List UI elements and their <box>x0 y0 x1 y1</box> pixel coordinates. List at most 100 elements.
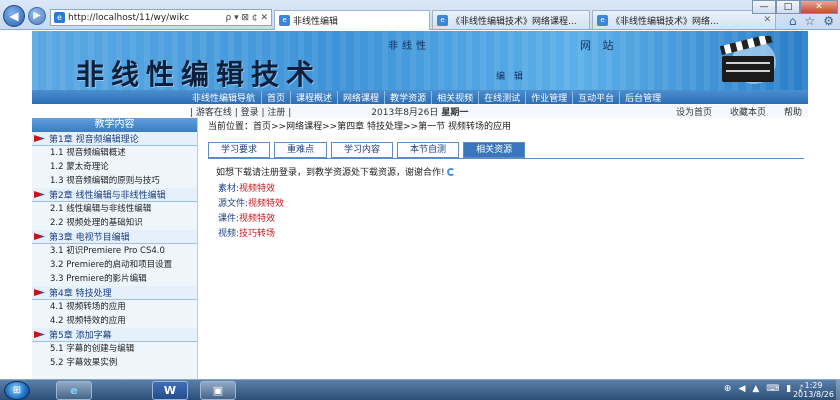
section-link[interactable]: 1.2 蒙太奇理论 <box>32 160 197 174</box>
minimize-button[interactable]: — <box>752 0 776 14</box>
resource-link[interactable]: 视频特效 <box>248 199 284 209</box>
window-controls: — □ ✕ <box>752 0 838 14</box>
flag-icon <box>34 331 45 338</box>
chapter-title: 第4章 特技处理 <box>49 289 112 299</box>
gear-icon[interactable]: ⚙ <box>823 14 834 28</box>
section-link[interactable]: 3.1 初识Premiere Pro CS4.0 <box>32 244 197 258</box>
chapter-item[interactable]: 第5章 添加字幕 <box>32 328 197 342</box>
banner-deco-text: 编 辑 <box>496 72 526 82</box>
page-icon: e <box>597 14 608 26</box>
arrow-right-icon: ▶ <box>33 10 41 21</box>
keyboard-icon[interactable]: ⌨ <box>766 384 779 394</box>
banner-deco-text: 网 站 <box>580 39 618 52</box>
taskbar-word-button[interactable]: W <box>152 381 188 400</box>
browser-tab-1[interactable]: e 非线性编辑 <box>274 10 430 30</box>
resource-link[interactable]: 视频特效 <box>239 184 275 194</box>
tray-arrow-icon[interactable]: ◀ <box>738 384 745 394</box>
chapter-title: 第2章 线性编辑与非线性编辑 <box>49 191 166 201</box>
tab-self-test[interactable]: 本节自测 <box>397 142 460 158</box>
show-desktop-button[interactable] <box>836 380 840 400</box>
current-weekday: 星期一 <box>441 108 469 118</box>
flag-icon <box>34 191 45 198</box>
section-link[interactable]: 1.1 视音频编辑概述 <box>32 146 197 160</box>
nav-item-forum[interactable]: 互动平台 <box>572 90 619 104</box>
tab-learning-requirements[interactable]: 学习要求 <box>208 142 271 158</box>
status-line: | 游客在线 | 登录 | 注册 | 2013年8月26日 星期一 设为首页 收… <box>190 105 808 118</box>
browser-tab-3[interactable]: e 《非线性编辑技术》网络... ✕ <box>592 10 776 29</box>
content-tabs: 学习要求 重难点 学习内容 本节自测 相关资源 <box>208 142 526 158</box>
page-icon: e <box>54 12 65 23</box>
chapter-item[interactable]: 第2章 线性编辑与非线性编辑 <box>32 188 197 202</box>
address-controls[interactable]: ρ ▾ ⊠ ¢ ✕ <box>226 13 271 23</box>
address-url[interactable]: http://localhost/11/wy/wikc <box>68 13 218 23</box>
section-link[interactable]: 2.2 视频处理的基础知识 <box>32 216 197 230</box>
flag-icon <box>34 289 45 296</box>
section-link[interactable]: 4.1 视频转场的应用 <box>32 300 197 314</box>
section-link[interactable]: 1.3 视音频编辑的原则与技巧 <box>32 174 197 188</box>
set-homepage-link[interactable]: 设为首页 <box>676 105 712 118</box>
network-icon[interactable]: ⊕ <box>724 384 732 394</box>
login-links[interactable]: | 游客在线 | 登录 | 注册 | <box>190 105 291 118</box>
address-bar[interactable]: e http://localhost/11/wy/wikc ρ ▾ ⊠ ¢ ✕ <box>50 9 272 26</box>
main-nav: 非线性编辑导航 首页 课程概述 网络课程 教学资源 相关视频 在线测试 作业管理… <box>32 90 808 104</box>
resource-label: 素材: <box>218 184 240 194</box>
chapter-title: 第5章 添加字幕 <box>49 331 112 341</box>
back-button[interactable]: ◀ <box>3 5 25 27</box>
site-title: 非线性编辑技术 <box>76 58 322 90</box>
nav-item-homework[interactable]: 作业管理 <box>525 90 572 104</box>
section-link[interactable]: 3.3 Premiere的影片编辑 <box>32 272 197 286</box>
section-link[interactable]: 5.2 字幕效果实例 <box>32 356 197 370</box>
flag-icon <box>34 233 45 240</box>
forward-button[interactable]: ▶ <box>28 7 46 25</box>
taskbar-screen-button[interactable]: ▣ <box>200 381 236 400</box>
tab-key-points[interactable]: 重难点 <box>274 142 328 158</box>
tab-related-resources[interactable]: 相关资源 <box>463 142 526 158</box>
notice-text: 如想下载请注册登录，到教学资源处下载资源，谢谢合作! <box>216 168 445 178</box>
nav-item-home[interactable]: 首页 <box>261 90 290 104</box>
star-icon[interactable]: ☆ <box>804 14 815 28</box>
section-link[interactable]: 2.1 线性编辑与非线性编辑 <box>32 202 197 216</box>
taskbar-clock[interactable]: 1:29 2013/8/26 <box>793 381 834 399</box>
nav-item-overview[interactable]: 课程概述 <box>290 90 337 104</box>
word-icon: W <box>163 384 177 397</box>
resource-item: 课件:视频特效 <box>218 211 275 224</box>
close-window-button[interactable]: ✕ <box>800 0 838 14</box>
close-tab-icon[interactable]: ✕ <box>763 15 771 25</box>
resource-item: 视频:技巧转场 <box>218 226 275 239</box>
page-icon: e <box>279 15 290 26</box>
maximize-button[interactable]: □ <box>776 0 800 14</box>
section-link[interactable]: 5.1 字幕的创建与编辑 <box>32 342 197 356</box>
nav-item-resources[interactable]: 教学资源 <box>384 90 431 104</box>
clock-date: 2013/8/26 <box>792 390 834 399</box>
windows-taskbar: ⊞ e W ▣ ⊕ ◀ ▲ ⌨ ▮ ♪ 1:29 2013/8/26 <box>0 379 840 400</box>
show-hidden-icon[interactable]: ▲ <box>752 384 759 394</box>
section-link[interactable]: 3.2 Premiere的启动和项目设置 <box>32 258 197 272</box>
nav-item-course[interactable]: 网络课程 <box>337 90 384 104</box>
start-button[interactable]: ⊞ <box>4 381 30 400</box>
help-link[interactable]: 帮助 <box>784 105 802 118</box>
section-link[interactable]: 4.2 视频特效的应用 <box>32 314 197 328</box>
course-sidebar: 教学内容 第1章 视音频编辑理论 1.1 视音频编辑概述 1.2 蒙太奇理论 1… <box>32 118 198 380</box>
chapter-item[interactable]: 第4章 特技处理 <box>32 286 197 300</box>
nav-item-videos[interactable]: 相关视频 <box>431 90 478 104</box>
home-icon[interactable]: ⌂ <box>789 14 797 28</box>
bookmark-link[interactable]: 收藏本页 <box>730 105 766 118</box>
resource-link[interactable]: 视频特效 <box>239 214 275 224</box>
current-date: 2013年8月26日 <box>371 108 439 118</box>
nav-item-admin[interactable]: 后台管理 <box>619 90 666 104</box>
sidebar-title: 教学内容 <box>32 118 197 132</box>
resource-label: 课件: <box>218 214 240 224</box>
nav-item-test[interactable]: 在线测试 <box>478 90 525 104</box>
chapter-item[interactable]: 第3章 电视节目编辑 <box>32 230 197 244</box>
signal-icon[interactable]: ▮ <box>786 384 791 394</box>
resource-link[interactable]: 技巧转场 <box>239 229 275 239</box>
chapter-item[interactable]: 第1章 视音频编辑理论 <box>32 132 197 146</box>
utility-links: 设为首页 收藏本页 帮助 <box>676 105 808 118</box>
browser-tab-2[interactable]: e 《非线性编辑技术》网络课程... <box>432 10 590 29</box>
taskbar-ie-button[interactable]: e <box>56 381 92 400</box>
breadcrumb: 当前位置：首页>>网络课程>>第四章 特技处理>>第一节 视频转场的应用 <box>208 122 511 132</box>
resource-item: 源文件:视频特效 <box>218 196 284 209</box>
clock-time: 1:29 <box>804 381 823 390</box>
tab-learning-content[interactable]: 学习内容 <box>331 142 394 158</box>
resource-label: 源文件: <box>218 199 249 209</box>
